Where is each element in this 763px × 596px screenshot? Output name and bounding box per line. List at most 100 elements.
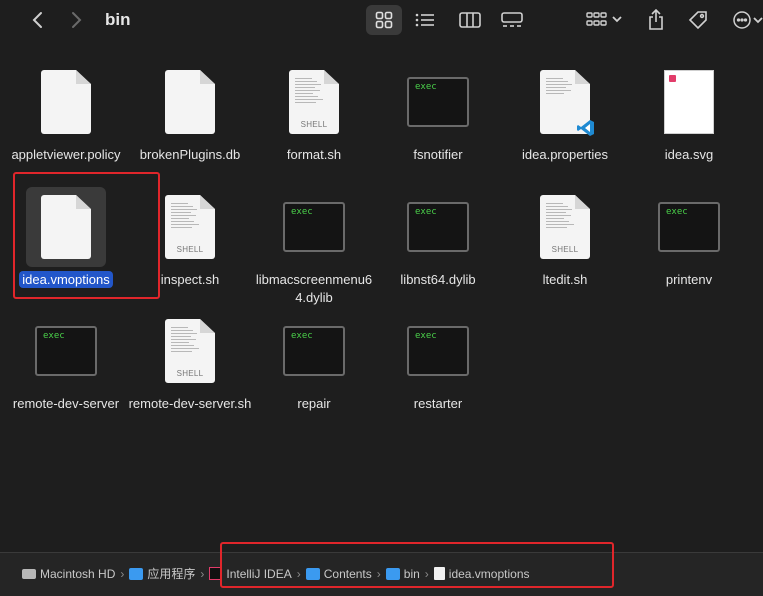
more-button[interactable] bbox=[730, 5, 763, 35]
window-title: bin bbox=[105, 10, 131, 29]
file-name-text: restarter bbox=[413, 396, 463, 411]
file-thumbnail: exec bbox=[26, 311, 106, 391]
file-name: remote-dev-server bbox=[4, 395, 128, 413]
breadcrumb-separator: › bbox=[200, 566, 205, 581]
file-name-text: appletviewer.policy bbox=[11, 147, 121, 162]
folder-icon bbox=[129, 567, 144, 580]
breadcrumb-label: 应用程序 bbox=[147, 567, 196, 581]
exec-badge: exec bbox=[291, 207, 313, 217]
highlight-box-path bbox=[220, 542, 614, 588]
chevron-left-icon bbox=[32, 12, 42, 28]
exec-badge: exec bbox=[415, 331, 437, 341]
file-name: fsnotifier bbox=[376, 146, 500, 164]
file-name: remote-dev-server.sh bbox=[128, 395, 252, 413]
file-name-text: printenv bbox=[665, 272, 713, 287]
chevron-right-icon bbox=[72, 12, 82, 28]
file-name-text: repair bbox=[297, 396, 331, 411]
file-name-text: libmacscreenmenu64.dylib bbox=[255, 272, 373, 305]
list-view-button[interactable] bbox=[410, 5, 440, 35]
back-button[interactable] bbox=[26, 8, 50, 32]
idea-logo-icon bbox=[669, 75, 676, 82]
file-name-text: fsnotifier bbox=[413, 147, 463, 162]
file-name: idea.properties bbox=[503, 146, 627, 164]
file-thumbnail: SHELL bbox=[525, 187, 605, 267]
file-name-text: inspect.sh bbox=[160, 272, 220, 287]
exec-badge: exec bbox=[291, 331, 313, 341]
svg-document-icon bbox=[664, 70, 714, 134]
shell-badge: SHELL bbox=[551, 245, 579, 254]
more-icon bbox=[733, 11, 763, 29]
shell-script-icon: SHELL bbox=[165, 319, 215, 383]
tag-button[interactable] bbox=[684, 5, 712, 35]
file-thumbnail: exec bbox=[398, 311, 478, 391]
list-icon bbox=[415, 13, 434, 27]
disk-icon bbox=[22, 568, 36, 579]
terminal-exec-icon: exec bbox=[407, 77, 469, 127]
share-icon bbox=[649, 9, 663, 30]
tag-icon bbox=[688, 11, 707, 30]
breadcrumb-item[interactable]: 应用程序 bbox=[129, 565, 195, 582]
file-thumbnail bbox=[26, 62, 106, 142]
properties-file-icon bbox=[540, 70, 594, 136]
file-name: brokenPlugins.db bbox=[128, 146, 252, 164]
file-name: idea.svg bbox=[627, 146, 751, 164]
shell-script-icon: SHELL bbox=[289, 70, 339, 134]
file-name: libmacscreenmenu64.dylib bbox=[252, 271, 376, 307]
terminal-exec-icon: exec bbox=[283, 202, 345, 252]
forward-button[interactable] bbox=[64, 8, 88, 32]
file-name: libnst64.dylib bbox=[376, 271, 500, 289]
gallery-icon bbox=[501, 12, 523, 27]
file-thumbnail: exec bbox=[398, 187, 478, 267]
document-icon bbox=[165, 70, 215, 134]
columns-icon bbox=[459, 12, 481, 28]
file-name: printenv bbox=[627, 271, 751, 289]
file-name-text: idea.properties bbox=[522, 147, 608, 162]
breadcrumb-item[interactable]: Macintosh HD bbox=[22, 567, 115, 581]
terminal-exec-icon: exec bbox=[658, 202, 720, 252]
file-name-text: remote-dev-server.sh bbox=[128, 396, 252, 411]
breadcrumb-separator: › bbox=[120, 566, 125, 581]
shell-script-icon: SHELL bbox=[540, 195, 590, 259]
file-name: appletviewer.policy bbox=[4, 146, 128, 164]
shell-badge: SHELL bbox=[300, 120, 328, 129]
exec-badge: exec bbox=[43, 331, 65, 341]
file-thumbnail: SHELL bbox=[150, 311, 230, 391]
breadcrumb-label: Macintosh HD bbox=[40, 566, 116, 581]
file-name-text: brokenPlugins.db bbox=[139, 147, 241, 162]
terminal-exec-icon: exec bbox=[407, 202, 469, 252]
shell-badge: SHELL bbox=[176, 245, 204, 254]
shell-script-icon: SHELL bbox=[165, 195, 215, 259]
file-name: format.sh bbox=[252, 146, 376, 164]
exec-badge: exec bbox=[415, 207, 437, 217]
shell-badge: SHELL bbox=[176, 369, 204, 378]
file-thumbnail bbox=[525, 62, 605, 142]
share-button[interactable] bbox=[642, 5, 670, 35]
terminal-exec-icon: exec bbox=[283, 326, 345, 376]
file-thumbnail: exec bbox=[274, 187, 354, 267]
vscode-badge-icon bbox=[577, 120, 594, 136]
file-name-text: format.sh bbox=[286, 147, 342, 162]
file-thumbnail bbox=[649, 62, 729, 142]
file-name-text: remote-dev-server bbox=[12, 396, 120, 411]
file-thumbnail: exec bbox=[274, 311, 354, 391]
file-name-text: libnst64.dylib bbox=[400, 272, 476, 287]
toolbar: bin bbox=[0, 0, 763, 42]
highlight-box-selected-file bbox=[13, 172, 160, 299]
file-thumbnail: SHELL bbox=[274, 62, 354, 142]
file-name-text: ltedit.sh bbox=[542, 272, 588, 287]
column-view-button[interactable] bbox=[455, 5, 485, 35]
file-thumbnail bbox=[150, 62, 230, 142]
file-thumbnail: exec bbox=[649, 187, 729, 267]
group-by-button[interactable] bbox=[582, 5, 626, 35]
file-name: restarter bbox=[376, 395, 500, 413]
file-name-text: idea.svg bbox=[664, 147, 714, 162]
terminal-exec-icon: exec bbox=[407, 326, 469, 376]
icon-view-button[interactable] bbox=[366, 5, 402, 35]
gallery-view-button[interactable] bbox=[497, 5, 527, 35]
file-name: ltedit.sh bbox=[503, 271, 627, 289]
exec-badge: exec bbox=[415, 82, 437, 92]
grid-icon bbox=[375, 11, 393, 29]
exec-badge: exec bbox=[666, 207, 688, 217]
document-icon bbox=[41, 70, 91, 134]
group-by-icon bbox=[586, 12, 622, 26]
